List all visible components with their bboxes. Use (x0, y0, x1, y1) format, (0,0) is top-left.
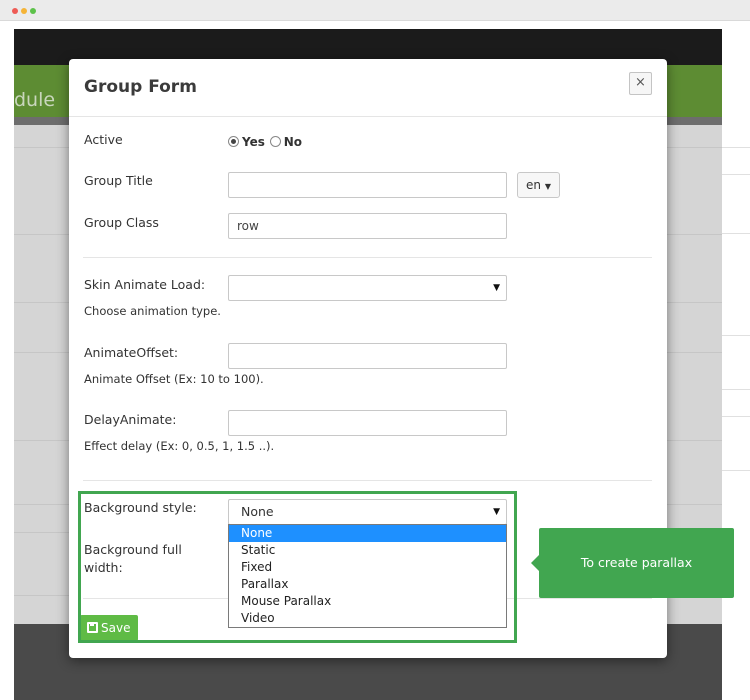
group-title-input[interactable] (228, 172, 507, 198)
background-side-divider (722, 389, 750, 390)
active-no-label: No (283, 134, 302, 149)
section-divider (83, 480, 652, 481)
modal-header: Group Form × (69, 59, 667, 117)
animate-offset-help: Animate Offset (Ex: 10 to 100). (84, 372, 264, 386)
language-label: en (526, 178, 541, 192)
highlight-frame (78, 491, 517, 643)
background-side-divider (722, 335, 750, 336)
background-side-divider (722, 174, 750, 175)
caret-down-icon: ▼ (544, 182, 551, 191)
skin-animate-label: Skin Animate Load: (84, 277, 206, 292)
delay-animate-help: Effect delay (Ex: 0, 0.5, 1, 1.5 ..). (84, 439, 275, 453)
modal-title: Group Form (84, 77, 197, 97)
tooltip-callout: To create parallax (531, 528, 734, 598)
active-label: Active (84, 132, 123, 147)
delay-animate-label: DelayAnimate: (84, 412, 177, 427)
window-close-dot[interactable] (12, 8, 18, 14)
animate-offset-label: AnimateOffset: (84, 345, 179, 360)
browser-bar (0, 0, 750, 21)
background-side-divider (722, 470, 750, 471)
background-side-divider (722, 416, 750, 417)
callout-arrow (531, 555, 539, 571)
active-no-radio[interactable] (269, 136, 281, 147)
delay-animate-input[interactable] (228, 410, 507, 436)
background-module-title: dule (14, 89, 56, 111)
background-side-divider (722, 233, 750, 234)
window-maximize-dot[interactable] (30, 8, 36, 14)
group-title-label: Group Title (84, 173, 153, 188)
active-yes-radio[interactable] (228, 136, 239, 147)
language-dropdown-button[interactable]: en ▼ (517, 172, 560, 198)
active-radio-group: Yes No (228, 134, 303, 150)
skin-animate-select[interactable]: ▼ (228, 275, 507, 301)
caret-down-icon: ▼ (493, 283, 500, 293)
group-class-input[interactable]: row (228, 213, 507, 239)
group-class-label: Group Class (84, 215, 159, 230)
active-yes-label: Yes (242, 134, 265, 149)
background-side-divider (722, 147, 750, 148)
window-minimize-dot[interactable] (21, 8, 27, 14)
close-button[interactable]: × (629, 72, 652, 95)
skin-animate-help: Choose animation type. (84, 304, 221, 318)
section-divider (83, 257, 652, 258)
callout-text: To create parallax (580, 555, 693, 570)
animate-offset-input[interactable] (228, 343, 507, 369)
